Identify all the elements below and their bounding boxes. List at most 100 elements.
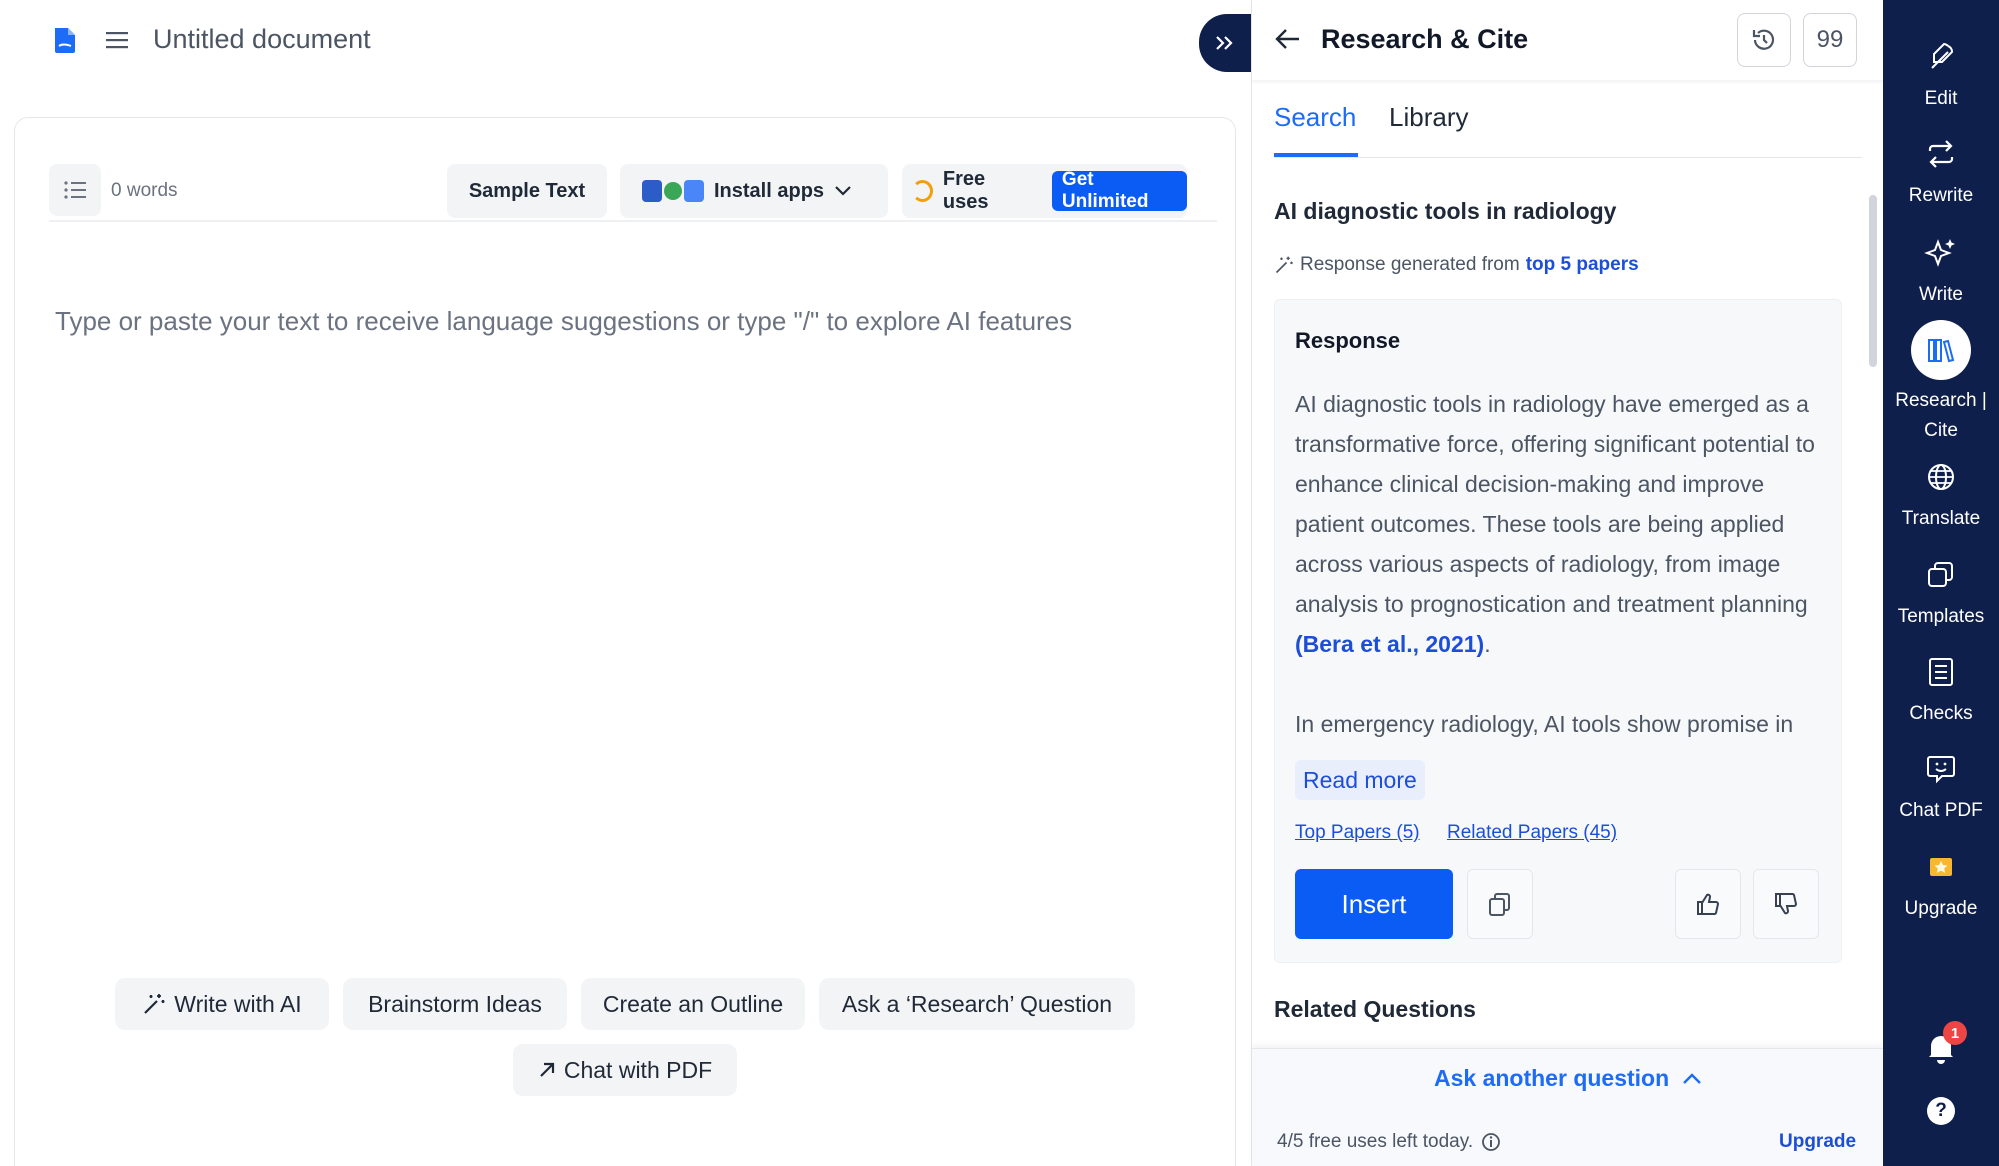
tab-library[interactable]: Library — [1389, 102, 1468, 133]
thumbs-up-button[interactable] — [1675, 869, 1741, 939]
sidebar-item-upgrade[interactable]: Upgrade — [1883, 850, 1999, 920]
panel-title: Research & Cite — [1321, 24, 1529, 54]
response-heading: Response — [1295, 328, 1401, 353]
editor-placeholder[interactable]: Type or paste your text to receive langu… — [55, 306, 1072, 337]
sidebar-item-label: Checks — [1909, 703, 1973, 724]
write-with-ai-button[interactable]: Write with AI — [115, 978, 329, 1030]
collapse-panel-button[interactable] — [1199, 14, 1251, 72]
checklist-icon — [1929, 658, 1953, 686]
panel-tabs: Search Library — [1274, 100, 1862, 158]
uses-left-label: 4/5 free uses left today. — [1277, 1131, 1474, 1152]
top-papers-link[interactable]: top 5 papers — [1526, 254, 1639, 276]
response-paragraph-2: In emergency radiology, AI tools show pr… — [1295, 711, 1794, 737]
templates-icon — [1928, 562, 1953, 587]
books-icon — [1928, 339, 1955, 363]
related-questions-heading: Related Questions — [1274, 996, 1476, 1022]
sidebar-item-label: Chat PDF — [1899, 800, 1983, 821]
install-apps-label: Install apps — [714, 179, 825, 202]
document-title[interactable]: Untitled document — [153, 24, 371, 55]
sidebar-item-translate[interactable]: Translate — [1883, 460, 1999, 530]
ask-another-question-button[interactable]: Ask another question — [1434, 1065, 1703, 1092]
upgrade-link[interactable]: Upgrade — [1779, 1131, 1856, 1153]
sidebar-item-chat-pdf[interactable]: Chat PDF — [1883, 752, 1999, 822]
get-unlimited-button[interactable]: Get Unlimited — [1051, 169, 1187, 212]
tools-sidebar: Edit Rewrite Write Research | Cite Trans… — [1883, 0, 1999, 1166]
sidebar-item-write[interactable]: Write — [1883, 236, 1999, 306]
ask-another-question-label: Ask another question — [1434, 1065, 1670, 1091]
info-icon[interactable] — [1481, 1132, 1501, 1152]
active-tab-indicator — [1274, 153, 1358, 157]
chat-with-pdf-button[interactable]: Chat with PDF — [513, 1044, 737, 1096]
sidebar-item-research-cite[interactable]: Research | Cite — [1883, 320, 1999, 446]
response-source-prefix: Response generated from — [1300, 254, 1520, 275]
active-indicator — [1911, 320, 1971, 380]
editor-toolbar: 0 words Sample Text Install apps Free us… — [49, 140, 1217, 222]
editor-area: 0 words Sample Text Install apps Free us… — [14, 117, 1236, 1166]
usage-ring-icon — [912, 180, 933, 202]
research-panel: Research & Cite 99 Search Library AI dia… — [1251, 0, 1884, 1166]
double-chevron-right-icon — [1216, 36, 1233, 50]
feather-icon — [1931, 42, 1953, 69]
sample-text-button[interactable]: Sample Text — [447, 164, 607, 218]
insert-button[interactable]: Insert — [1295, 869, 1453, 939]
notification-badge: 1 — [1943, 1021, 1967, 1045]
outline-toggle-button[interactable] — [49, 164, 101, 216]
app-icons — [642, 180, 704, 202]
help-icon[interactable]: ? — [1927, 1097, 1955, 1125]
chat-with-pdf-label: Chat with PDF — [563, 1056, 713, 1083]
thumbs-down-button[interactable] — [1753, 869, 1819, 939]
search-query: AI diagnostic tools in radiology — [1274, 198, 1617, 224]
sidebar-item-label: Templates — [1897, 606, 1985, 627]
create-outline-button[interactable]: Create an Outline — [581, 978, 805, 1030]
sidebar-item-label: Write — [1919, 284, 1963, 305]
response-paragraph-1: AI diagnostic tools in radiology have em… — [1295, 391, 1815, 617]
install-apps-button[interactable]: Install apps — [620, 164, 888, 218]
copy-icon — [1489, 893, 1510, 916]
read-more-button[interactable]: Read more — [1295, 760, 1425, 800]
back-arrow-icon[interactable] — [1274, 26, 1302, 52]
panel-scrollbar[interactable] — [1869, 195, 1877, 367]
repeat-icon — [1928, 140, 1954, 168]
history-icon — [1752, 29, 1775, 50]
cite-button[interactable]: 99 — [1803, 13, 1857, 67]
sidebar-item-checks[interactable]: Checks — [1883, 655, 1999, 725]
sidebar-item-label: Upgrade — [1904, 898, 1978, 919]
chrome-app-icon — [664, 182, 682, 200]
chevron-up-icon — [1683, 1072, 1702, 1084]
uses-left-text: 4/5 free uses left today. — [1277, 1131, 1501, 1153]
docs-app-icon — [684, 180, 704, 202]
sidebar-item-templates[interactable]: Templates — [1883, 558, 1999, 628]
brainstorm-ideas-button[interactable]: Brainstorm Ideas — [343, 978, 567, 1030]
response-text: AI diagnostic tools in radiology have em… — [1295, 384, 1823, 744]
sidebar-item-label: Research | Cite — [1895, 390, 1987, 441]
document-icon[interactable] — [52, 26, 78, 54]
panel-header: Research & Cite 99 — [1252, 0, 1884, 80]
response-paragraph-1-end: . — [1484, 631, 1491, 657]
tab-search[interactable]: Search — [1274, 102, 1356, 133]
sidebar-item-rewrite[interactable]: Rewrite — [1883, 137, 1999, 207]
chevron-down-icon — [835, 186, 851, 196]
free-uses-label: Free uses — [942, 168, 989, 213]
response-card: Response AI diagnostic tools in radiolog… — [1274, 299, 1842, 963]
copy-button[interactable] — [1467, 869, 1533, 939]
thumbs-down-icon — [1775, 892, 1798, 915]
free-uses-chip: Free uses Get Unlimited — [902, 164, 1187, 218]
thumbs-up-icon — [1697, 893, 1720, 916]
history-button[interactable] — [1737, 13, 1791, 67]
editor-topbar: Untitled document — [0, 0, 1250, 82]
arrow-up-right-icon — [540, 1062, 554, 1077]
word-count: 0 words — [111, 180, 178, 201]
response-source-line: Response generated from top 5 papers — [1274, 254, 1639, 276]
sidebar-item-edit[interactable]: Edit — [1883, 40, 1999, 110]
ask-question-footer: Ask another question 4/5 free uses left … — [1252, 1048, 1884, 1166]
top-papers-tab-link[interactable]: Top Papers (5) — [1295, 822, 1420, 844]
hamburger-menu-icon[interactable] — [104, 28, 130, 52]
related-papers-tab-link[interactable]: Related Papers (45) — [1447, 822, 1617, 844]
sparkle-icon — [1924, 239, 1955, 267]
sidebar-item-label: Rewrite — [1908, 185, 1974, 206]
research-question-button[interactable]: Ask a ‘Research’ Question — [819, 978, 1135, 1030]
chat-icon — [1927, 756, 1955, 784]
sidebar-item-label: Edit — [1924, 88, 1958, 109]
word-app-icon — [642, 180, 662, 202]
citation-link[interactable]: (Bera et al., 2021) — [1295, 631, 1484, 657]
